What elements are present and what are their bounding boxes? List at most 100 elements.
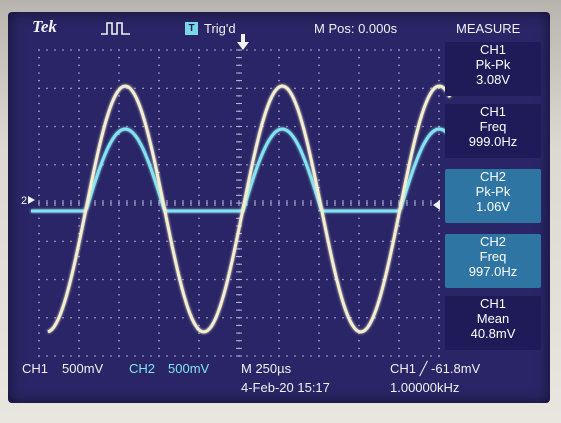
graticule-dot — [310, 125, 312, 128]
graticule-dot — [142, 355, 144, 357]
graticule-dot — [318, 87, 320, 90]
graticule-dot — [422, 240, 424, 243]
graticule-dot — [438, 148, 440, 151]
graticule-dot — [110, 355, 112, 357]
graticule-dot — [358, 156, 360, 158]
graticule-dot — [278, 225, 280, 227]
graticule-dot — [118, 164, 120, 166]
graticule-dot — [246, 355, 248, 357]
graticule-dot — [278, 102, 280, 105]
graticule-dot — [398, 179, 400, 181]
oscilloscope-bezel: 2 Tek T Trig'd M Pos: 0.000s MEASURE CH1… — [0, 0, 561, 423]
graticule-dot — [294, 125, 296, 128]
graticule-dot — [158, 148, 160, 151]
graticule-dot — [278, 255, 280, 258]
graticule-dot — [278, 248, 280, 250]
graticule-dot — [438, 248, 440, 250]
graticule-dot — [62, 240, 64, 243]
graticule-dot — [398, 148, 400, 151]
graticule-dot — [438, 278, 440, 281]
measurement-1[interactable]: CH1 Pk-Pk 3.08V — [445, 42, 541, 96]
graticule-dot — [78, 171, 80, 174]
graticule-dot — [374, 125, 376, 128]
measurement-5[interactable]: CH1 Mean 40.8mV — [445, 296, 541, 350]
graticule-dot — [46, 164, 48, 166]
measurement-3[interactable]: CH2 Pk-Pk 1.06V — [445, 169, 541, 223]
graticule-dot — [142, 278, 144, 281]
graticule-dot — [158, 95, 160, 97]
graticule-dot — [278, 209, 280, 212]
graticule-dot — [38, 225, 40, 227]
graticule-dot — [222, 164, 224, 166]
graticule-dot — [374, 355, 376, 357]
graticule-dot — [230, 317, 232, 319]
graticule-dot — [358, 248, 360, 250]
graticule-dot — [382, 87, 384, 90]
graticule-dot — [78, 217, 80, 220]
graticule-dot — [62, 49, 64, 51]
graticule-dot — [422, 164, 424, 166]
graticule-dot — [318, 156, 320, 158]
graticule-dot — [54, 355, 56, 357]
measurement-4[interactable]: CH2 Freq 997.0Hz — [445, 234, 541, 288]
graticule-dot — [222, 317, 224, 319]
graticule-dot — [118, 186, 120, 189]
measurement-source: CH1 — [479, 296, 506, 311]
graticule-dot — [398, 110, 400, 112]
graticule-dot — [78, 125, 80, 128]
graticule-dot — [358, 133, 360, 135]
graticule-dot — [398, 49, 400, 51]
graticule-dot — [278, 156, 280, 158]
graticule-dot — [86, 164, 88, 166]
graticule-dot — [302, 49, 304, 51]
graticule-dot — [318, 102, 320, 105]
graticule-dot — [118, 141, 120, 143]
measurement-2[interactable]: CH1 Freq 999.0Hz — [445, 104, 541, 158]
graticule-dot — [246, 125, 248, 128]
graticule-dot — [78, 156, 80, 158]
graticule-dot — [118, 225, 120, 227]
graticule-dot — [438, 194, 440, 197]
graticule-dot — [278, 79, 280, 82]
graticule-dot — [398, 248, 400, 250]
graticule-dot — [198, 263, 200, 265]
graticule-dot — [358, 64, 360, 67]
graticule-dot — [438, 79, 440, 82]
graticule-dot — [398, 79, 400, 82]
graticule-dot — [350, 87, 352, 90]
graticule-dot — [198, 347, 200, 350]
graticule-dot — [182, 355, 184, 357]
ch2-ground-arrow — [28, 196, 35, 204]
graticule-dot — [278, 263, 280, 265]
graticule-dot — [438, 332, 440, 334]
graticule-dot — [158, 118, 160, 120]
graticule-dot — [78, 255, 80, 258]
graticule-dot — [198, 240, 200, 243]
graticule-dot — [38, 286, 40, 288]
graticule-dot — [438, 286, 440, 288]
graticule-dot — [126, 49, 128, 51]
graticule-dot — [406, 317, 408, 319]
graticule-dot — [134, 164, 136, 166]
graticule-dot — [214, 355, 216, 357]
measurement-source: CH1 — [479, 104, 506, 119]
graticule-dot — [350, 278, 352, 281]
graticule-dot — [86, 317, 88, 319]
graticule-dot — [166, 164, 168, 166]
graticule-dot — [318, 141, 320, 143]
measurement-value: 999.0Hz — [468, 134, 518, 149]
graticule-dot — [382, 125, 384, 128]
graticule-dot — [302, 355, 304, 357]
graticule-dot — [358, 271, 360, 273]
graticule-dot — [318, 95, 320, 97]
measurement-type: Freq — [479, 119, 507, 134]
graticule-dot — [134, 317, 136, 319]
graticule-dot — [126, 125, 128, 128]
graticule-dot — [366, 278, 368, 281]
graticule-dot — [102, 49, 104, 51]
graticule-dot — [318, 324, 320, 327]
graticule-dot — [150, 355, 152, 357]
graticule-dot — [38, 294, 40, 296]
graticule-dot — [318, 49, 320, 51]
graticule-dot — [102, 87, 104, 90]
